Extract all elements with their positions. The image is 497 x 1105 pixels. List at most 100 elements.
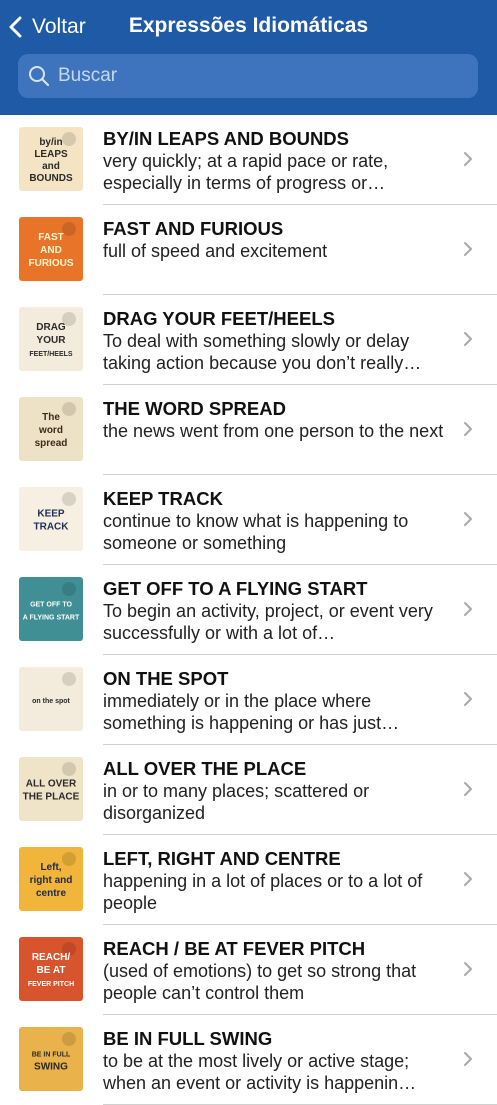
thumbnail-caption: AND [40, 245, 62, 256]
idiom-thumbnail: by/in LEAPS and BOUNDS [19, 127, 83, 191]
idiom-text: FAST AND FURIOUS full of speed and excite… [103, 218, 453, 262]
idiom-definition: full of speed and excitement [103, 241, 328, 261]
thumbnail-caption: The [42, 412, 60, 423]
thumbnail-caption: word [38, 425, 63, 436]
search-icon [29, 66, 50, 87]
chevron-right-icon [464, 422, 472, 436]
list-item[interactable]: GET OFF TO A FLYING START GET OFF TO A FLY… [0, 565, 497, 655]
chevron-right-icon [464, 152, 472, 166]
idiom-thumbnail: GET OFF TO A FLYING START [19, 577, 83, 641]
thumbnail-caption: LEAPS [34, 149, 68, 160]
idiom-text: ALL OVER THE PLACE in or to many places; … [103, 758, 453, 824]
list-item[interactable]: FAST AND FURIOUS FAST AND FURIOUS full of sp… [0, 205, 497, 295]
idiom-thumbnail: on the spot [19, 667, 83, 731]
idiom-thumbnail: KEEP TRACK [19, 487, 83, 551]
idiom-thumbnail: FAST AND FURIOUS [19, 217, 83, 281]
thumbnail-caption: DRAG [36, 322, 66, 333]
idiom-definition: the news went from one person to the nex… [103, 421, 444, 441]
thumbnail-caption: GET OFF TO [30, 602, 72, 609]
idiom-thumbnail: BE IN FULL SWING [19, 1027, 83, 1091]
chevron-right-icon [464, 1052, 472, 1066]
chevron-right-icon [464, 872, 472, 886]
idiom-term: DRAG YOUR FEET/HEELS [103, 308, 335, 329]
idiom-definition: happening in a lot of places or to a lot… [103, 871, 423, 913]
idiom-text: DRAG YOUR FEET/HEELS To deal with somethi… [103, 308, 453, 374]
idiom-definition: (used of emotions) to get so strong that… [103, 961, 417, 1003]
list-item[interactable]: REACH/BE AT FEVER PITCH REACH / BE AT FEVE… [0, 925, 497, 1015]
nav-header: Voltar Expressões Idiomáticas [0, 0, 497, 115]
idiom-term: BE IN FULL SWING [103, 1028, 273, 1049]
idiom-term: FAST AND FURIOUS [103, 218, 284, 239]
idiom-term: LEFT, RIGHT AND CENTRE [103, 848, 341, 869]
idiom-text: ON THE SPOT immediately or in the place w… [103, 668, 453, 734]
idiom-term: BY/IN LEAPS AND BOUNDS [103, 128, 350, 149]
list-item[interactable]: on the spot ON THE SPOT immediately or in … [0, 655, 497, 745]
list-item[interactable]: DRAG YOUR FEET/HEELS DRAG YOUR FEET/HEELS To… [0, 295, 497, 385]
thumbnail-caption: SWING [34, 1062, 68, 1073]
thumbnail-caption: REACH/ [32, 952, 71, 963]
chevron-right-icon [464, 962, 472, 976]
idiom-definition: To deal with something slowly or delay t… [103, 331, 422, 373]
list-item[interactable]: KEEP TRACK KEEP TRACK continue to know what… [0, 475, 497, 565]
thumbnail-caption: by/in [39, 137, 62, 148]
list-item[interactable]: by/in LEAPS and BOUNDS BY/IN LEAPS AND BOUND… [0, 115, 497, 205]
idiom-term: GET OFF TO A FLYING START [103, 578, 368, 599]
idiom-definition: immediately or in the place where someth… [103, 691, 400, 733]
idiom-thumbnail: REACH/BE AT FEVER PITCH [19, 937, 83, 1001]
chevron-right-icon [464, 242, 472, 256]
page-title: Expressões Idiomáticas [128, 14, 369, 37]
chevron-right-icon [464, 692, 472, 706]
thumbnail-caption: TRACK [34, 522, 70, 533]
thumbnail-caption: THE PLACE [23, 792, 80, 803]
thumbnail-caption: Left, [40, 862, 61, 873]
idiom-thumbnail: DRAG YOUR FEET/HEELS [19, 307, 83, 371]
idiom-text: BY/IN LEAPS AND BOUNDS very quickly; at a… [103, 128, 453, 194]
idiom-definition: very quickly; at a rapid pace or rate, e… [103, 151, 389, 193]
list-item[interactable]: Left, right and centre LEFT, RIGHT AND CENT… [0, 835, 497, 925]
thumbnail-caption: FEVER PITCH [28, 981, 74, 988]
chevron-right-icon [464, 602, 472, 616]
chevron-right-icon [464, 332, 472, 346]
thumbnail-caption: FURIOUS [29, 258, 74, 269]
idiom-list: by/in LEAPS and BOUNDS BY/IN LEAPS AND BOUND… [0, 115, 497, 1105]
thumbnail-caption: A FLYING START [23, 615, 80, 622]
idiom-thumbnail: Left, right and centre [19, 847, 83, 911]
idiom-text: LEFT, RIGHT AND CENTRE happening in a lot… [103, 848, 453, 914]
idiom-text: REACH / BE AT FEVER PITCH (used of emotio… [103, 938, 453, 1004]
thumbnail-caption: on the spot [32, 698, 70, 705]
idiom-definition: in or to many places; scattered or disor… [103, 781, 370, 823]
idiom-thumbnail: The word spread [19, 397, 83, 461]
list-item[interactable]: ALL OVER THE PLACE ALL OVER THE PLACE in or… [0, 745, 497, 835]
thumbnail-caption: spread [35, 438, 68, 449]
thumbnail-caption: ALL OVER [26, 779, 77, 790]
idiom-definition: continue to know what is happening to so… [103, 511, 409, 553]
thumbnail-caption: FAST [38, 232, 64, 243]
idiom-definition: to be at the most lively or active stage… [103, 1051, 417, 1093]
idiom-text: GET OFF TO A FLYING START To begin an act… [103, 578, 453, 644]
idiom-term: REACH / BE AT FEVER PITCH [103, 938, 366, 959]
search-input[interactable] [56, 64, 440, 88]
list-item[interactable]: BE IN FULL SWING BE IN FULL SWING to be at … [0, 1015, 497, 1105]
thumbnail-caption: BE AT [37, 965, 66, 976]
chevron-right-icon [464, 782, 472, 796]
idiom-text: KEEP TRACK continue to know what is happe… [103, 488, 453, 554]
thumbnail-caption: YOUR [37, 335, 67, 346]
idiom-definition: To begin an activity, project, or event … [103, 601, 433, 643]
thumbnail-caption: and [42, 161, 60, 172]
thumbnail-caption: right and [30, 875, 73, 886]
chevron-right-icon [464, 512, 472, 526]
idiom-text: BE IN FULL SWING to be at the most lively… [103, 1028, 453, 1094]
search-bar[interactable] [18, 54, 478, 98]
thumbnail-caption: BE IN FULL [32, 1052, 71, 1059]
thumbnail-caption: KEEP [37, 509, 65, 520]
idiom-term: ON THE SPOT [103, 668, 229, 689]
idiom-term: KEEP TRACK [103, 488, 223, 509]
list-item[interactable]: The word spread THE WORD SPREAD the news wen… [0, 385, 497, 475]
thumbnail-caption: centre [36, 888, 66, 899]
idiom-text: THE WORD SPREAD the news went from one pe… [103, 398, 453, 442]
thumbnail-caption: BOUNDS [29, 173, 73, 184]
idiom-term: THE WORD SPREAD [103, 398, 286, 419]
thumbnail-caption: FEET/HEELS [29, 351, 73, 358]
idiom-thumbnail: ALL OVER THE PLACE [19, 757, 83, 821]
idiom-term: ALL OVER THE PLACE [103, 758, 307, 779]
